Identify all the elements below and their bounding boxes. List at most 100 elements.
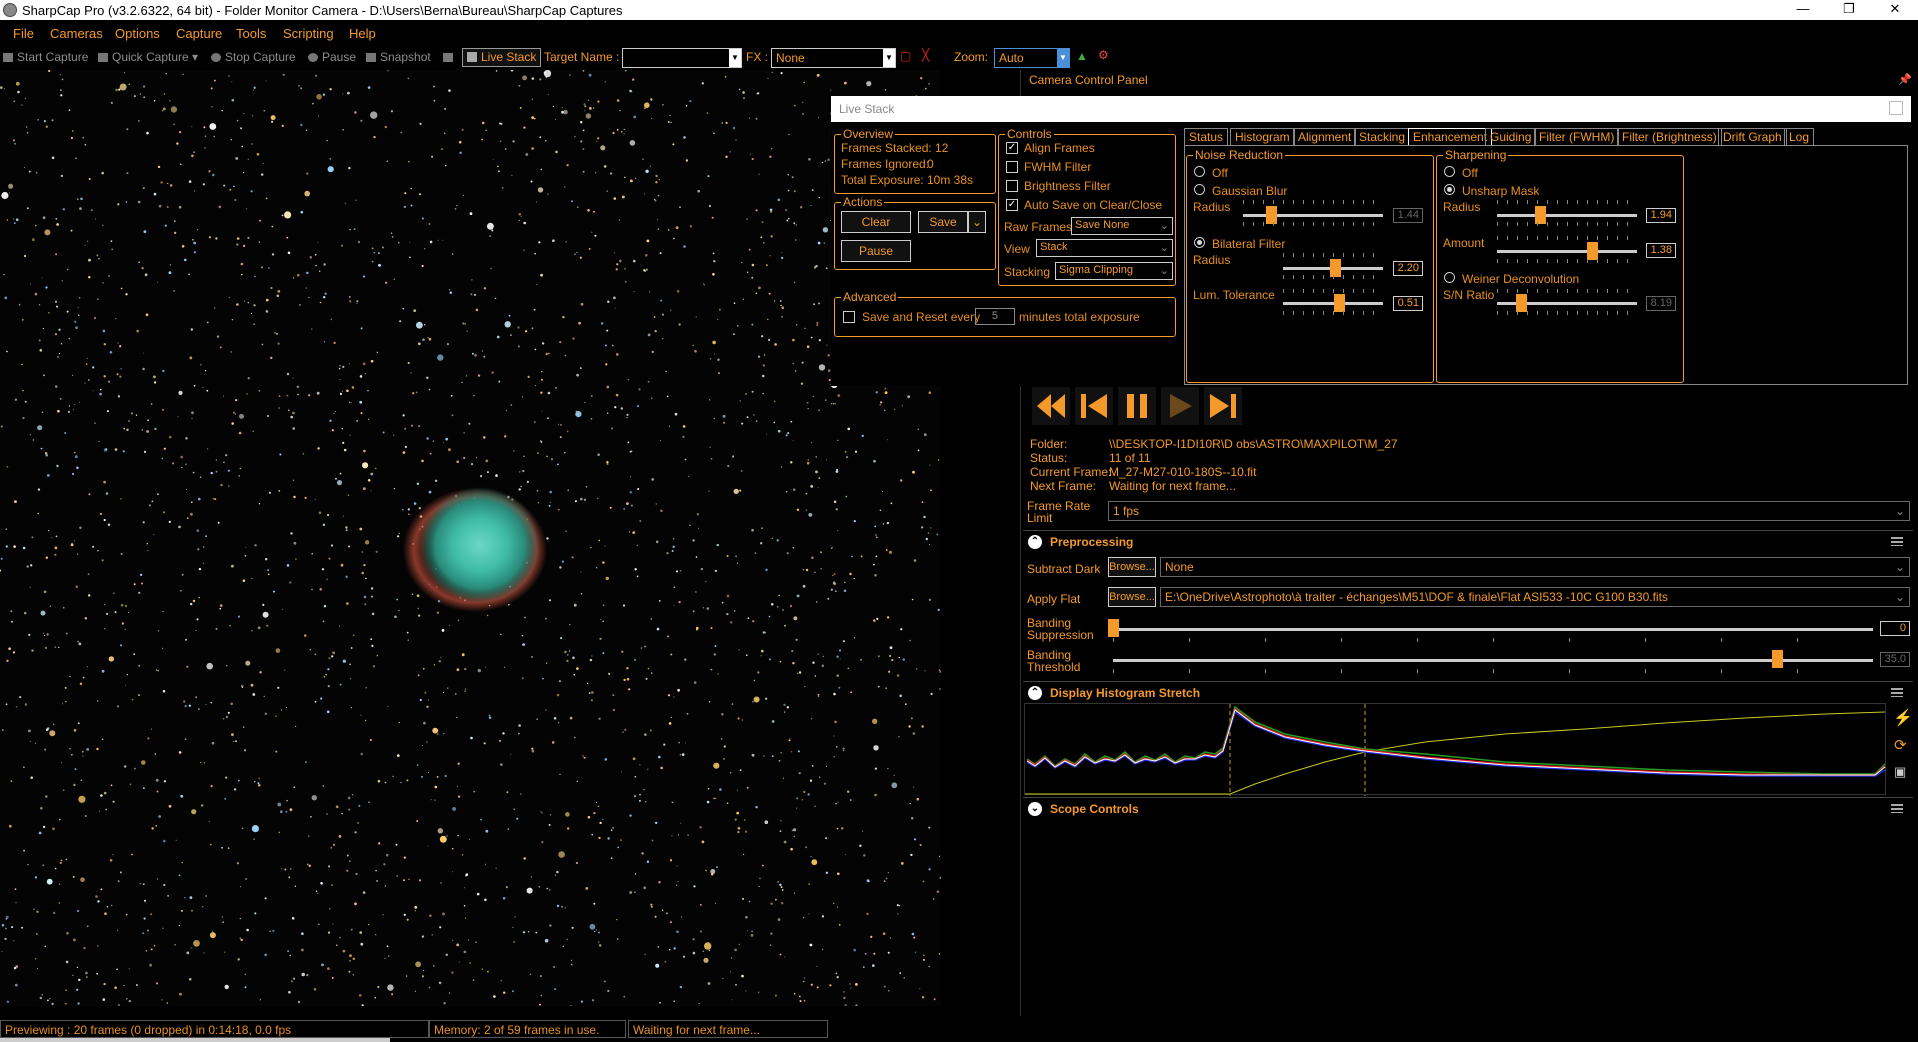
tab-stacking[interactable]: Stacking xyxy=(1354,128,1411,146)
quick-capture-button[interactable]: Quick Capture ▾ xyxy=(98,50,198,64)
restore-button[interactable]: ❐ xyxy=(1826,0,1872,20)
subtract-dark-select[interactable]: None ⌄ xyxy=(1160,557,1910,577)
collapse-icon[interactable]: ⌃ xyxy=(1028,535,1042,549)
snapshot-button[interactable]: Snapshot xyxy=(366,50,431,64)
fwhm-filter-checkbox[interactable] xyxy=(1006,161,1018,173)
histogram-icon[interactable]: ▲ xyxy=(1076,49,1088,63)
tab-drift-graph[interactable]: Drift Graph xyxy=(1718,128,1787,146)
skip-back-icon[interactable] xyxy=(1074,386,1114,426)
nr-off-radio[interactable] xyxy=(1194,166,1205,177)
clear-roi-icon[interactable]: ╳ xyxy=(922,48,929,62)
lum-tolerance-thumb[interactable] xyxy=(1334,294,1345,312)
auto-save-checkbox[interactable]: ✓ xyxy=(1006,199,1018,211)
amount-value[interactable]: 1.38 xyxy=(1646,243,1676,258)
banding-supp-thumb[interactable] xyxy=(1108,619,1119,637)
skip-forward-icon[interactable] xyxy=(1203,386,1243,426)
settings-icon[interactable] xyxy=(443,50,457,64)
apply-flat-select[interactable]: E:\OneDrive\Astrophoto\à traiter - échan… xyxy=(1160,587,1910,607)
chevron-down-icon[interactable]: ▼ xyxy=(1057,49,1069,67)
tab-alignment[interactable]: Alignment xyxy=(1293,128,1357,146)
menu-options[interactable]: Options xyxy=(115,26,160,41)
save-button[interactable]: Save xyxy=(918,211,968,233)
rewind-icon[interactable] xyxy=(1031,386,1071,426)
sharp-radius-slider[interactable] xyxy=(1497,214,1637,217)
section-menu-icon[interactable] xyxy=(1891,537,1903,546)
weiner-radio[interactable] xyxy=(1444,272,1455,283)
tab-guiding[interactable]: Guiding xyxy=(1485,128,1537,146)
banding-supp-slider[interactable] xyxy=(1113,628,1873,631)
browse-dark-button[interactable]: Browse... xyxy=(1108,557,1156,577)
tab-filter-fwhm[interactable]: Filter (FWHM) xyxy=(1534,128,1620,146)
gauss-radius-slider[interactable] xyxy=(1243,214,1383,217)
banding-supp-value[interactable]: 0 xyxy=(1880,621,1910,636)
section-menu-icon[interactable] xyxy=(1891,804,1903,813)
stop-capture-button[interactable]: Stop Capture xyxy=(211,50,296,64)
view-select[interactable]: Stack ⌄ xyxy=(1036,239,1173,257)
gauss-radius-value[interactable]: 1.44 xyxy=(1393,208,1423,223)
pin-icon[interactable]: 📌 xyxy=(1898,73,1912,86)
menu-scripting[interactable]: Scripting xyxy=(283,26,334,41)
close-button[interactable]: ✕ xyxy=(1872,0,1918,20)
collapse-icon[interactable]: ⌃ xyxy=(1028,686,1042,700)
pause-media-icon[interactable] xyxy=(1117,386,1157,426)
brightness-filter-checkbox[interactable] xyxy=(1006,180,1018,192)
pause-stack-button[interactable]: Pause xyxy=(841,240,911,262)
raw-frames-select[interactable]: Save None ⌄ xyxy=(1071,217,1173,235)
lum-tolerance-value[interactable]: 0.51 xyxy=(1393,296,1423,311)
lightning-icon[interactable]: ⚡ xyxy=(1893,708,1913,728)
menu-file[interactable]: File xyxy=(13,26,34,41)
clear-button[interactable]: Clear xyxy=(841,211,911,233)
banding-thr-value[interactable]: 35.0 xyxy=(1880,652,1910,667)
minutes-stepper[interactable]: 5 xyxy=(975,308,1015,325)
histogram-header[interactable]: ⌃ Display Histogram Stretch xyxy=(1023,681,1913,703)
save-options-dropdown[interactable]: ⌄ xyxy=(968,211,986,233)
fx-select[interactable]: None ▼ xyxy=(771,48,896,68)
chevron-down-icon[interactable]: ▼ xyxy=(883,49,895,67)
unsharp-mask-radio[interactable] xyxy=(1444,184,1455,195)
save-reset-checkbox[interactable] xyxy=(843,311,855,323)
amount-thumb[interactable] xyxy=(1587,242,1598,260)
banding-thr-slider[interactable] xyxy=(1113,659,1873,662)
stacking-select[interactable]: Sigma Clipping ⌄ xyxy=(1055,262,1173,280)
sharp-off-radio[interactable] xyxy=(1444,166,1455,177)
histogram-plot[interactable] xyxy=(1024,703,1886,796)
sn-ratio-value[interactable]: 8.19 xyxy=(1646,296,1676,311)
align-frames-checkbox[interactable]: ✓ xyxy=(1006,142,1018,154)
sn-ratio-thumb[interactable] xyxy=(1516,294,1527,312)
tab-status[interactable]: Status xyxy=(1184,128,1229,146)
amount-slider[interactable] xyxy=(1497,250,1637,253)
tab-enhancement[interactable]: Enhancement xyxy=(1408,128,1493,146)
minimize-button[interactable]: — xyxy=(1780,0,1826,20)
chevron-down-icon[interactable]: ▼ xyxy=(729,49,741,67)
frame-rate-select[interactable]: 1 fps ⌄ xyxy=(1108,501,1910,521)
start-capture-button[interactable]: Start Capture xyxy=(3,50,88,64)
browse-flat-button[interactable]: Browse... xyxy=(1108,587,1156,607)
live-stack-button[interactable]: Live Stack xyxy=(462,48,542,67)
menu-capture[interactable]: Capture xyxy=(176,26,222,41)
banding-thr-thumb[interactable] xyxy=(1772,650,1783,668)
zoom-select[interactable]: Auto ▼ xyxy=(994,48,1070,68)
bilateral-filter-radio[interactable] xyxy=(1194,237,1205,248)
image-viewer[interactable] xyxy=(0,70,941,1006)
preprocessing-header[interactable]: ⌃ Preprocessing xyxy=(1023,530,1913,552)
tab-filter-brightness[interactable]: Filter (Brightness) xyxy=(1617,128,1722,146)
target-name-input[interactable]: ▼ xyxy=(622,48,742,68)
save-icon[interactable]: ▣ xyxy=(1894,764,1906,780)
section-menu-icon[interactable] xyxy=(1891,688,1903,697)
live-stack-close-icon[interactable] xyxy=(1889,101,1903,115)
gaussian-blur-radio[interactable] xyxy=(1194,184,1205,195)
scope-controls-header[interactable]: ⌄ Scope Controls xyxy=(1023,797,1913,819)
bil-radius-value[interactable]: 2.20 xyxy=(1393,261,1423,276)
zoom-reset-icon[interactable]: ⚙ xyxy=(1098,48,1109,62)
menu-tools[interactable]: Tools xyxy=(236,26,266,41)
reset-icon[interactable]: ⟳ xyxy=(1894,736,1907,754)
roi-icon[interactable]: ▢ xyxy=(900,49,911,63)
pause-button[interactable]: Pause xyxy=(308,50,356,64)
menu-help[interactable]: Help xyxy=(349,26,376,41)
sharp-radius-value[interactable]: 1.94 xyxy=(1646,208,1676,223)
tab-histogram[interactable]: Histogram xyxy=(1230,128,1295,146)
menu-cameras[interactable]: Cameras xyxy=(50,26,103,41)
play-icon[interactable] xyxy=(1160,386,1200,426)
expand-icon[interactable]: ⌄ xyxy=(1028,802,1042,816)
tab-log[interactable]: Log xyxy=(1784,128,1815,146)
